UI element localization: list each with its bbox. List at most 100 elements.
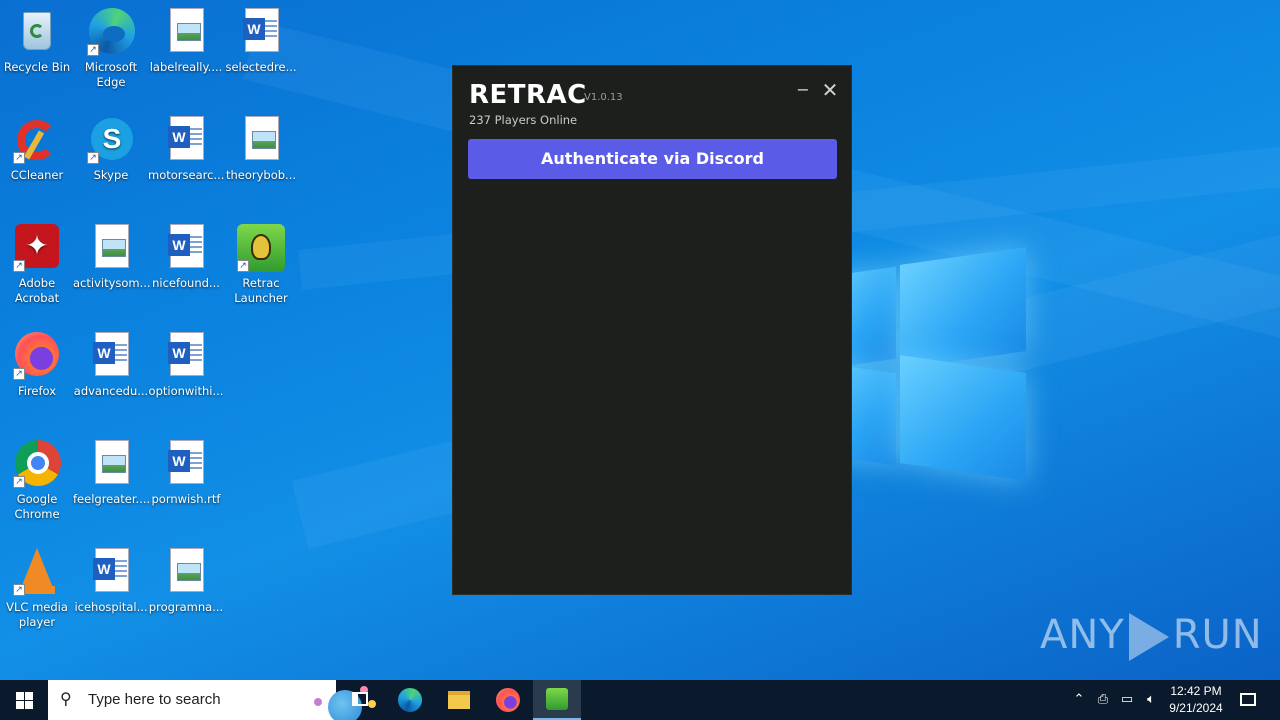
desktop-icon-optionwithi[interactable]: W optionwithi...	[148, 332, 224, 399]
windows-start-icon	[16, 692, 24, 700]
skype-icon: S ↗	[87, 116, 135, 164]
word-file-icon: W	[162, 440, 210, 488]
desktop-icon-label: Retrac Launcher	[234, 276, 288, 305]
players-online-status: 237 Players Online	[469, 113, 578, 127]
desktop-icon-label: theorybob...	[225, 168, 297, 182]
desktop-icon-label: Google Chrome	[14, 492, 60, 521]
desktop-icon-label: pornwish.rtf	[151, 492, 221, 506]
image-file-icon	[87, 440, 135, 488]
desktop-icon-icehospital[interactable]: W icehospital...	[73, 548, 149, 615]
desktop-icon-label: Skype	[93, 168, 129, 182]
tray-network-button[interactable]: ▭	[1116, 680, 1138, 720]
desktop-icon-label: CCleaner	[10, 168, 64, 182]
desktop-icon-label: feelgreater....	[73, 492, 151, 506]
recycle-bin-icon	[13, 8, 61, 56]
desktop-icon-selectedre[interactable]: W selectedre...	[223, 8, 299, 75]
taskbar-file-explorer-button[interactable]	[435, 680, 483, 720]
desktop-icon-labelreally[interactable]: labelreally....	[148, 8, 224, 75]
acrobat-icon: ✦ ↗	[13, 224, 61, 272]
anyrun-watermark: ANY RUN	[1040, 612, 1263, 661]
word-file-icon: W	[162, 116, 210, 164]
chevron-up-icon: ⌃	[1073, 692, 1085, 707]
start-button[interactable]	[0, 680, 48, 720]
taskbar-retrac-launcher-button[interactable]	[533, 680, 581, 720]
shortcut-arrow-icon: ↗	[13, 476, 25, 488]
vlc-icon: ↗	[13, 548, 61, 596]
chrome-icon: ↗	[13, 440, 61, 488]
desktop-icon-label: motorsearc...	[148, 168, 225, 182]
minimize-button[interactable]: −	[795, 82, 811, 100]
word-file-icon: W	[87, 332, 135, 380]
volume-icon: 🔈︎	[1147, 692, 1155, 707]
desktop-icon-firefox[interactable]: ↗ Firefox	[0, 332, 75, 399]
desktop-icon-label: Microsoft Edge	[84, 60, 138, 89]
desktop-icon-label: Firefox	[17, 384, 57, 398]
taskbar-search-box[interactable]: ⚲ Type here to search	[48, 680, 376, 720]
desktop-icon-label: programna...	[148, 600, 224, 614]
desktop-icon-label: VLC media player	[6, 600, 68, 629]
network-icon: ▭	[1120, 692, 1134, 707]
desktop-icon-advancedu[interactable]: W advancedu...	[73, 332, 149, 399]
desktop-icon-vlc[interactable]: ↗ VLC media player	[0, 548, 75, 630]
task-view-button[interactable]	[336, 680, 384, 720]
desktop-icon-skype[interactable]: S ↗ Skype	[73, 116, 149, 183]
taskbar: ⚲ Type here to search ⌃ ⎙ ▭ 🔈︎ 12:42 PM …	[0, 680, 1280, 720]
desktop-icon-google-chrome[interactable]: ↗ Google Chrome	[0, 440, 75, 522]
desktop-icon-nicefound[interactable]: W nicefound...	[148, 224, 224, 291]
image-file-icon	[237, 116, 285, 164]
retrac-launcher-icon: ↗	[237, 224, 285, 272]
ccleaner-icon: ↗	[13, 116, 61, 164]
notifications-button[interactable]	[1236, 680, 1260, 720]
watermark-left-text: ANY	[1040, 612, 1125, 658]
desktop-icon-label: optionwithi...	[148, 384, 224, 398]
firefox-icon	[496, 688, 520, 712]
edge-icon	[398, 688, 422, 712]
app-brand-title: RETRAC	[469, 80, 587, 110]
authenticate-discord-button[interactable]: Authenticate via Discord	[468, 139, 837, 179]
desktop-icon-pornwish[interactable]: W pornwish.rtf	[148, 440, 224, 507]
desktop-icon-label: advancedu...	[73, 384, 149, 398]
shortcut-arrow-icon: ↗	[13, 152, 25, 164]
tray-device-button[interactable]: ⎙	[1092, 680, 1114, 720]
taskbar-clock[interactable]: 12:42 PM 9/21/2024	[1158, 683, 1234, 717]
word-file-icon: W	[87, 548, 135, 596]
task-view-icon	[352, 692, 368, 706]
taskbar-edge-button[interactable]	[386, 680, 434, 720]
desktop-icon-label: selectedre...	[225, 60, 297, 74]
shortcut-arrow-icon: ↗	[87, 44, 99, 56]
taskbar-firefox-button[interactable]	[484, 680, 532, 720]
desktop-icon-activitysom[interactable]: activitysom...	[73, 224, 151, 291]
file-explorer-icon	[448, 691, 470, 709]
shortcut-arrow-icon: ↗	[13, 368, 25, 380]
edge-icon: ↗	[87, 8, 135, 56]
watermark-right-text: RUN	[1172, 612, 1263, 658]
desktop-icon-label: icehospital...	[74, 600, 148, 614]
firefox-icon: ↗	[13, 332, 61, 380]
shortcut-arrow-icon: ↗	[87, 152, 99, 164]
app-version: V1.0.13	[584, 92, 623, 103]
shortcut-arrow-icon: ↗	[237, 260, 249, 272]
close-button[interactable]: ✕	[821, 80, 839, 100]
image-file-icon	[162, 8, 210, 56]
desktop-icon-label: Adobe Acrobat	[14, 276, 60, 305]
show-hidden-icons-button[interactable]: ⌃	[1068, 680, 1090, 720]
desktop-icon-feelgreater[interactable]: feelgreater....	[73, 440, 151, 507]
clock-time: 12:42 PM	[1170, 684, 1222, 698]
desktop-icon-ccleaner[interactable]: ↗ CCleaner	[0, 116, 75, 183]
desktop-icon-adobe-acrobat[interactable]: ✦ ↗ Adobe Acrobat	[0, 224, 75, 306]
desktop-icon-theorybob[interactable]: theorybob...	[223, 116, 299, 183]
notification-icon	[1240, 693, 1256, 706]
desktop-icon-recycle-bin[interactable]: Recycle Bin	[0, 8, 75, 75]
image-file-icon	[87, 224, 135, 272]
desktop-icon-microsoft-edge[interactable]: ↗ Microsoft Edge	[73, 8, 149, 90]
retrac-launcher-icon	[546, 688, 568, 710]
image-file-icon	[162, 548, 210, 596]
search-icon: ⚲	[60, 689, 72, 708]
desktop-icon-programna[interactable]: programna...	[148, 548, 224, 615]
play-icon	[1128, 613, 1169, 661]
word-file-icon: W	[237, 8, 285, 56]
desktop-icon-retrac-launcher[interactable]: ↗ Retrac Launcher	[223, 224, 299, 306]
search-placeholder: Type here to search	[88, 691, 221, 708]
desktop-icon-motorsearc[interactable]: W motorsearc...	[148, 116, 224, 183]
word-file-icon: W	[162, 224, 210, 272]
